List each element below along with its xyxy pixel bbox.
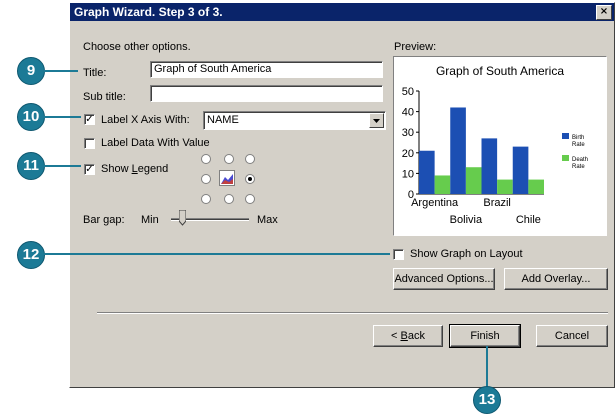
callout-9-line — [44, 70, 78, 72]
legend-position-top-radio[interactable] — [224, 154, 234, 164]
callout-11-line — [44, 165, 81, 167]
legend-position-bottom-radio[interactable] — [224, 194, 234, 204]
bar-gap-min-label: Min — [141, 214, 159, 226]
x-tick-label: Chile — [516, 214, 541, 226]
preview-chart: Graph of South America01020304050Argenti… — [402, 64, 588, 226]
label-x-axis-select[interactable]: NAME — [203, 111, 386, 130]
x-tick-label: Argentina — [411, 197, 459, 209]
add-overlay-button[interactable]: Add Overlay... — [504, 268, 608, 290]
legend-label: Rate — [572, 164, 585, 170]
graph-preview: Graph of South America 0 10 20 30 40 50 Argenti… — [393, 56, 607, 236]
chart-title: Graph of South America — [436, 64, 564, 78]
separator — [97, 312, 608, 314]
subtitle-label: Sub title: — [83, 91, 126, 103]
show-legend-checkbox[interactable]: ✓ — [84, 164, 95, 175]
bar-bolivia-0 — [450, 107, 466, 194]
callout-10-line — [44, 116, 81, 118]
show-graph-on-layout-checkbox[interactable] — [393, 249, 404, 260]
legend-label: Rate — [572, 142, 585, 148]
callout-12: 12 — [17, 241, 45, 269]
label-data-label: Label Data With Value — [101, 137, 210, 149]
bar-gap-label: Bar gap: — [83, 214, 125, 226]
y-tick-label: 10 — [402, 168, 414, 180]
show-legend-label: Show Legend — [101, 163, 169, 175]
back-button[interactable]: < Back — [373, 325, 443, 347]
bar-bolivia-1 — [465, 167, 482, 194]
callout-11: 11 — [17, 152, 45, 180]
bar-brazil-1 — [497, 179, 513, 194]
callout-13-line — [486, 346, 488, 390]
bar-chile-1 — [528, 179, 544, 194]
bar-brazil-0 — [481, 138, 498, 194]
show-graph-on-layout-label: Show Graph on Layout — [410, 248, 523, 260]
legend-position-bottom-right-radio[interactable] — [245, 194, 255, 204]
legend-label: Birth — [572, 135, 584, 141]
chevron-down-icon[interactable] — [369, 113, 384, 128]
dialog-title: Graph Wizard. Step 3 of 3. — [74, 5, 223, 19]
bar-chile-0 — [512, 146, 529, 194]
label-x-axis-checkbox[interactable]: ✓ — [84, 114, 95, 125]
chart-thumbnail-icon — [219, 170, 235, 186]
finish-button[interactable]: Finish — [449, 324, 521, 348]
legend-swatch-0 — [562, 133, 569, 139]
title-input[interactable]: Graph of South America — [150, 61, 383, 78]
y-tick-label: 20 — [402, 148, 414, 160]
legend-position-bottom-left-radio[interactable] — [201, 194, 211, 204]
callout-9: 9 — [17, 57, 45, 85]
instructions-text: Choose other options. — [83, 41, 191, 53]
legend-position-top-left-radio[interactable] — [201, 154, 211, 164]
title-label: Title: — [83, 67, 107, 79]
bar-argentina-1 — [434, 175, 451, 194]
label-x-axis-value: NAME — [207, 114, 239, 126]
y-tick-label: 30 — [402, 127, 414, 139]
x-tick-label: Bolivia — [450, 214, 483, 226]
subtitle-input[interactable] — [150, 85, 383, 102]
graph-wizard-dialog: Graph Wizard. Step 3 of 3. × Choose othe… — [69, 2, 615, 388]
legend-position-top-right-radio[interactable] — [245, 154, 255, 164]
bar-argentina-0 — [419, 150, 435, 194]
callout-12-line — [44, 253, 390, 255]
label-x-axis-label: Label X Axis With: — [101, 114, 190, 126]
bar-gap-max-label: Max — [257, 214, 278, 226]
bar-gap-slider-thumb[interactable] — [178, 209, 187, 226]
preview-label: Preview: — [394, 41, 437, 53]
y-tick-label: 40 — [402, 107, 414, 119]
advanced-options-button[interactable]: Advanced Options... — [393, 268, 495, 290]
legend-position-left-radio[interactable] — [201, 174, 211, 184]
callout-10: 10 — [17, 103, 45, 131]
dialog-titlebar: Graph Wizard. Step 3 of 3. × — [70, 3, 614, 21]
cancel-button[interactable]: Cancel — [536, 325, 608, 347]
x-tick-label: Brazil — [483, 197, 511, 209]
y-tick-label: 50 — [402, 86, 414, 98]
legend-label: Death — [572, 157, 588, 163]
close-icon[interactable]: × — [596, 5, 612, 20]
legend-position-right-radio[interactable] — [245, 174, 255, 184]
legend-swatch-1 — [562, 155, 569, 161]
callout-13: 13 — [473, 386, 501, 414]
label-data-checkbox[interactable] — [84, 138, 95, 149]
